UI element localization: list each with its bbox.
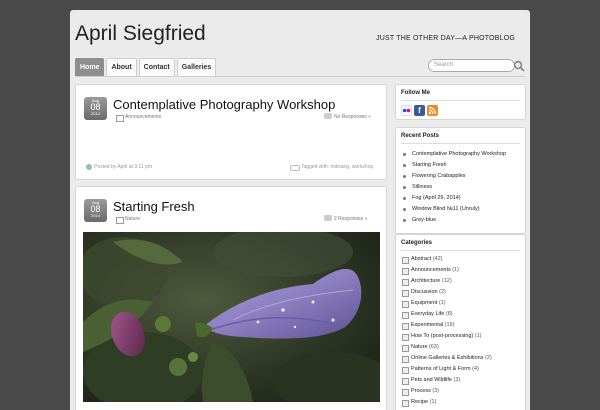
recent-post-link[interactable]: Silliness — [396, 182, 525, 193]
category-name[interactable]: Process — [411, 388, 431, 394]
category-count: (3) — [453, 377, 461, 383]
post-date-year: 2014 — [91, 213, 100, 218]
facebook-icon[interactable]: f — [414, 105, 425, 116]
category-name[interactable]: Abstract — [411, 256, 431, 262]
recent-posts-list: Contemplative Photography Workshop Start… — [396, 149, 525, 226]
category-item[interactable]: How To (post-processing) (1) — [396, 331, 525, 342]
post-date-day: 08 — [90, 204, 101, 214]
post-photo[interactable] — [83, 232, 380, 402]
category-count: (42) — [432, 256, 443, 262]
follow-widget: Follow Me f — [395, 84, 526, 120]
nav-item-about[interactable]: About — [106, 58, 137, 76]
recent-post-link[interactable]: Contemplative Photography Workshop — [396, 149, 525, 160]
nav-item-contact[interactable]: Contact — [138, 58, 175, 76]
post-date-day: 08 — [90, 102, 101, 112]
comment-icon — [324, 113, 332, 119]
category-name[interactable]: Nature — [411, 344, 428, 350]
categories-widget: Categories Abstract (42) Announcements (… — [395, 234, 526, 410]
category-count: (19) — [444, 322, 455, 328]
category-name[interactable]: Everyday Life — [411, 311, 444, 317]
post-responses[interactable]: 2 Responses » — [334, 216, 367, 222]
category-item[interactable]: Architecture (12) — [396, 276, 525, 287]
comment-icon — [324, 215, 332, 221]
post-card: Aug 08 2014 Starting Fresh Nature 2 Resp… — [75, 186, 387, 410]
category-count: (8) — [445, 311, 453, 317]
nav-item-home[interactable]: Home — [75, 58, 105, 76]
category-count: (63) — [429, 344, 439, 350]
category-name[interactable]: How To (post-processing) — [411, 333, 473, 339]
post-tags[interactable]: Tagged with: miksang, workshop — [301, 164, 373, 170]
widget-title: Categories — [401, 240, 520, 251]
post-title[interactable]: Contemplative Photography Workshop — [113, 97, 335, 112]
post-card: Aug 08 2014 Contemplative Photography Wo… — [75, 84, 387, 180]
category-name[interactable]: Architecture — [411, 278, 440, 284]
folder-icon — [116, 217, 124, 224]
category-name[interactable]: Online Galleries & Exhibitions — [411, 355, 483, 361]
categories-list: Abstract (42) Announcements (1) Architec… — [396, 254, 525, 408]
post-date-badge: Aug 08 2014 — [84, 97, 107, 120]
category-count: (3) — [432, 388, 440, 394]
search-input[interactable]: Search — [428, 59, 515, 72]
recent-post-link[interactable]: Window Blind №11 (Unruly) — [396, 204, 525, 215]
recent-post-link[interactable]: Flowering Crabapples — [396, 171, 525, 182]
recent-post-link[interactable]: Fog (April 29, 2014) — [396, 193, 525, 204]
post-category[interactable]: Announcements — [125, 114, 161, 120]
category-item[interactable]: Process (3) — [396, 386, 525, 397]
category-name[interactable]: Announcements — [411, 267, 451, 273]
site-title[interactable]: April Siegfried — [75, 22, 206, 46]
recent-posts-widget: Recent Posts Contemplative Photography W… — [395, 127, 526, 234]
post-category[interactable]: Nature — [125, 216, 140, 222]
main-nav: Home About Contact Galleries — [75, 58, 217, 76]
post-responses[interactable]: No Responses » — [334, 114, 371, 120]
category-item[interactable]: Nature (63) — [396, 342, 525, 353]
post-date-badge: Aug 08 2014 — [84, 199, 107, 222]
site-tagline: JUST THE OTHER DAY—A PHOTOBLOG — [376, 35, 515, 42]
category-count: (2) — [484, 355, 492, 361]
follow-icons: f — [401, 105, 525, 116]
category-item[interactable]: Equipment (1) — [396, 298, 525, 309]
tag-icon — [290, 165, 300, 171]
widget-title: Follow Me — [401, 90, 520, 101]
category-count: (1) — [474, 333, 482, 339]
widget-title: Recent Posts — [401, 133, 520, 144]
category-count: (4) — [472, 366, 479, 372]
recent-post-link[interactable]: Grey-blue — [396, 215, 525, 226]
post-title[interactable]: Starting Fresh — [113, 199, 195, 214]
page-container: April Siegfried JUST THE OTHER DAY—A PHO… — [70, 10, 530, 410]
author-icon — [86, 164, 92, 170]
category-item[interactable]: Experimental (19) — [396, 320, 525, 331]
category-count: (1) — [452, 267, 460, 273]
category-item[interactable]: Announcements (1) — [396, 265, 525, 276]
recent-post-link[interactable]: Starting Fresh — [396, 160, 525, 171]
category-item[interactable]: Abstract (42) — [396, 254, 525, 265]
category-count: (12) — [441, 278, 452, 284]
search-icon[interactable] — [513, 60, 525, 72]
category-name[interactable]: Experimental — [411, 322, 443, 328]
category-item[interactable]: Online Galleries & Exhibitions (2) — [396, 353, 525, 364]
nav-divider — [75, 76, 525, 77]
post-meta: Posted by April at 3:11 pm — [94, 164, 152, 170]
category-count: (1) — [438, 300, 446, 306]
category-count: (2) — [439, 289, 446, 295]
nav-item-galleries[interactable]: Galleries — [176, 58, 217, 76]
flickr-icon[interactable] — [401, 105, 412, 116]
category-item[interactable]: Pets and Wildlife (3) — [396, 375, 525, 386]
category-name[interactable]: Pets and Wildlife — [411, 377, 452, 383]
category-name[interactable]: Equipment — [411, 300, 437, 306]
category-item[interactable]: Everyday Life (8) — [396, 309, 525, 320]
category-item[interactable]: Discussion (2) — [396, 287, 525, 298]
category-name[interactable]: Discussion — [411, 289, 438, 295]
category-item[interactable]: Recipe (1) — [396, 397, 525, 408]
category-item[interactable]: Patterns of Light & Form (4) — [396, 364, 525, 375]
category-name[interactable]: Patterns of Light & Form — [411, 366, 471, 372]
rss-icon[interactable] — [427, 105, 438, 116]
folder-icon — [116, 115, 124, 122]
post-date-year: 2014 — [91, 111, 100, 116]
